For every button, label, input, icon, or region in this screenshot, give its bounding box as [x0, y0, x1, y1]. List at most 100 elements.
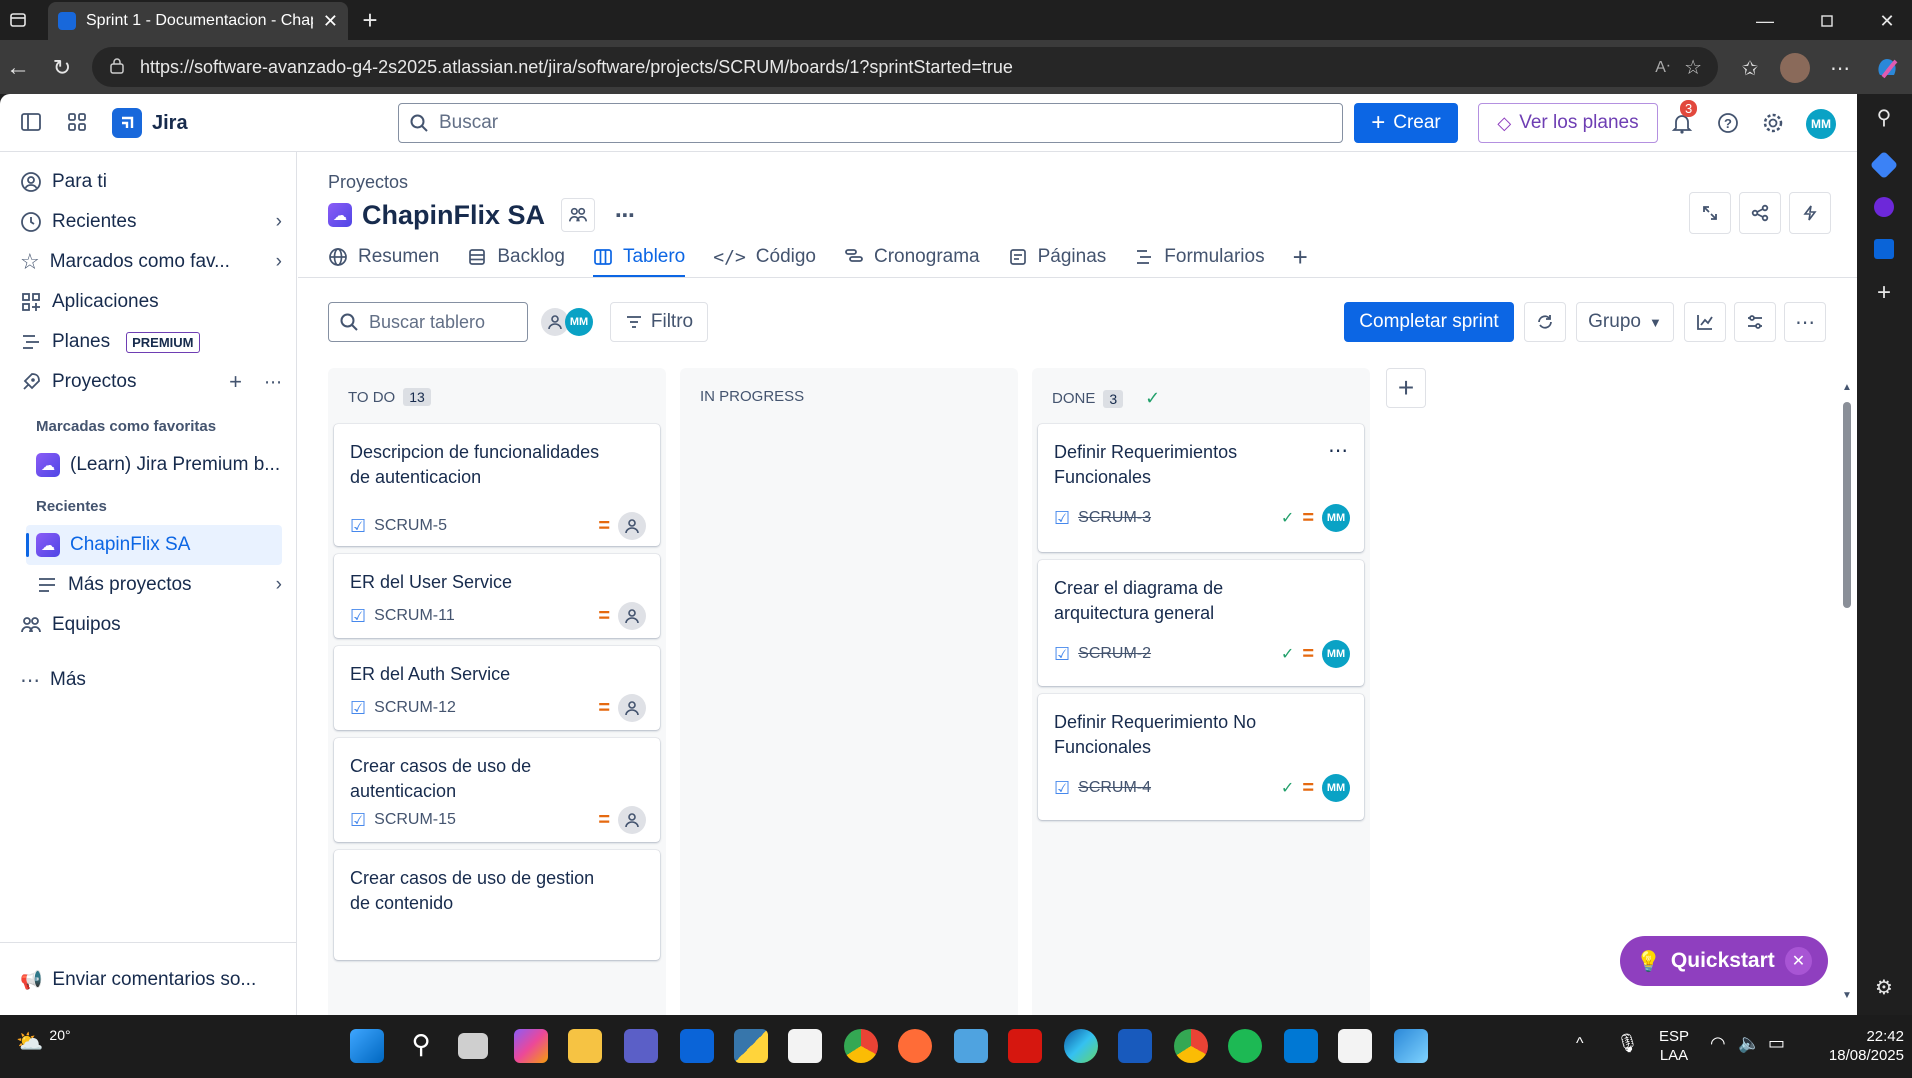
- edge-settings-icon[interactable]: ⚙: [1871, 974, 1897, 1000]
- issue-key[interactable]: SCRUM-12: [374, 699, 590, 717]
- edge-taskbar-icon[interactable]: [1064, 1029, 1098, 1063]
- notepad-icon[interactable]: [954, 1029, 988, 1063]
- clock[interactable]: 22:42 18/08/2025: [1804, 1027, 1904, 1065]
- group-dropdown[interactable]: Grupo ▼: [1576, 302, 1674, 342]
- edge-copilot-icon[interactable]: [1871, 194, 1897, 220]
- sidebar-item-equipos[interactable]: Equipos: [20, 605, 282, 645]
- input-language[interactable]: ESP LAA: [1656, 1027, 1692, 1065]
- assignee-avatar[interactable]: MM: [1322, 774, 1350, 802]
- scroll-up-icon[interactable]: ▲: [1842, 382, 1852, 393]
- breadcrumb[interactable]: Proyectos: [328, 172, 408, 193]
- issue-card[interactable]: Crear casos de uso de gestion de conteni…: [334, 850, 660, 960]
- unassigned-avatar[interactable]: [618, 512, 646, 540]
- board-scrollbar[interactable]: ▲ ▼: [1842, 382, 1852, 1001]
- postman-icon[interactable]: [898, 1029, 932, 1063]
- tab-paginas[interactable]: Páginas: [1008, 236, 1106, 278]
- issue-card[interactable]: ER del User Service ☑ SCRUM-11 =: [334, 554, 660, 638]
- help-icon[interactable]: ?: [1716, 111, 1740, 135]
- battery-icon[interactable]: ▭: [1768, 1033, 1785, 1054]
- acrobat-icon[interactable]: [1008, 1029, 1042, 1063]
- copilot-icon[interactable]: [1872, 53, 1902, 83]
- issue-key[interactable]: SCRUM-5: [374, 517, 590, 535]
- reload-icon[interactable]: ↻: [48, 54, 76, 82]
- user-avatar[interactable]: MM: [1806, 109, 1836, 139]
- create-button[interactable]: + Crear: [1354, 103, 1458, 143]
- add-tab-icon[interactable]: +: [1293, 236, 1308, 278]
- global-search-input[interactable]: Buscar: [398, 103, 1343, 143]
- tab-cronograma[interactable]: Cronograma: [844, 236, 980, 278]
- task-view-icon[interactable]: [458, 1033, 488, 1059]
- new-tab-icon[interactable]: +: [356, 5, 384, 35]
- close-window-icon[interactable]: ✕: [1874, 8, 1900, 34]
- edge-search-icon[interactable]: ⚲: [1871, 104, 1897, 130]
- sidebar-item-aplicaciones[interactable]: Aplicaciones: [20, 282, 282, 322]
- fullscreen-icon[interactable]: [1689, 192, 1731, 234]
- insights-chart-icon[interactable]: [1684, 302, 1726, 342]
- issue-key[interactable]: SCRUM-4: [1078, 779, 1273, 797]
- chevron-right-icon[interactable]: ›: [276, 574, 282, 596]
- edge-shopping-icon[interactable]: [1869, 150, 1899, 180]
- address-bar[interactable]: https://software-avanzado-g4-2s2025.atla…: [92, 47, 1718, 87]
- sidebar-item-mas[interactable]: ⋯ Más: [20, 660, 282, 700]
- sidebar-item-planes[interactable]: Planes PREMIUM: [20, 322, 282, 362]
- browser-menu-icon[interactable]: ⋯: [1826, 54, 1854, 82]
- back-icon[interactable]: ←: [4, 54, 32, 82]
- word-icon[interactable]: [1118, 1029, 1152, 1063]
- python-icon[interactable]: [734, 1029, 768, 1063]
- close-tab-icon[interactable]: ✕: [323, 11, 338, 32]
- tab-codigo[interactable]: </> Código: [713, 236, 816, 278]
- volume-icon[interactable]: 🔈: [1738, 1033, 1760, 1054]
- issue-key[interactable]: SCRUM-15: [374, 811, 590, 829]
- chrome-icon[interactable]: [844, 1029, 878, 1063]
- microphone-icon[interactable]: 🎙: [1616, 1033, 1639, 1054]
- jira-logo[interactable]: Jira: [112, 108, 188, 138]
- profile-avatar[interactable]: [1780, 53, 1810, 83]
- quickstart-button[interactable]: 💡 Quickstart ✕: [1620, 936, 1828, 986]
- refresh-icon[interactable]: [1524, 302, 1566, 342]
- chevron-right-icon[interactable]: ›: [276, 211, 282, 233]
- teams-taskbar-icon[interactable]: [624, 1029, 658, 1063]
- view-settings-icon[interactable]: [1734, 302, 1776, 342]
- store-icon[interactable]: [788, 1029, 822, 1063]
- unassigned-avatar[interactable]: [618, 602, 646, 630]
- copilot-taskbar-icon[interactable]: [514, 1029, 548, 1063]
- issue-card[interactable]: Descripcion de funcionalidades de autent…: [334, 424, 660, 546]
- add-column-icon[interactable]: +: [1386, 368, 1426, 408]
- send-feedback-button[interactable]: 📢 Enviar comentarios so...: [20, 960, 282, 1000]
- add-project-icon[interactable]: +: [229, 369, 242, 395]
- team-icon-button[interactable]: [561, 198, 596, 232]
- read-aloud-icon[interactable]: Aᐧ: [1655, 57, 1670, 77]
- automation-lightning-icon[interactable]: [1789, 192, 1831, 234]
- maximize-icon[interactable]: [1814, 8, 1840, 34]
- edge-add-icon[interactable]: +: [1871, 279, 1897, 306]
- issue-card[interactable]: ER del Auth Service ☑ SCRUM-12 =: [334, 646, 660, 730]
- outlook-icon[interactable]: [1871, 236, 1897, 262]
- start-icon[interactable]: [350, 1029, 384, 1063]
- wifi-icon[interactable]: ◠: [1710, 1033, 1726, 1054]
- issue-card[interactable]: Definir Requerimientos Funcionales ⋯ ☑ S…: [1038, 424, 1364, 552]
- app-switcher-icon[interactable]: [66, 111, 88, 133]
- share-icon[interactable]: [1739, 192, 1781, 234]
- sidebar-item-proyectos[interactable]: Proyectos + ⋯: [20, 362, 282, 402]
- outlook-taskbar-icon[interactable]: [680, 1029, 714, 1063]
- file-explorer-icon[interactable]: [568, 1029, 602, 1063]
- issue-card[interactable]: Definir Requerimiento No Funcionales ☑ S…: [1038, 694, 1364, 820]
- projects-more-icon[interactable]: ⋯: [264, 372, 282, 393]
- weather-widget[interactable]: ⛅ 20°: [16, 1027, 71, 1055]
- project-more-icon[interactable]: ⋯: [615, 203, 635, 228]
- browser-tab-active[interactable]: Sprint 1 - Documentacion - ChapinFlix SA…: [48, 2, 348, 40]
- minimize-icon[interactable]: —: [1752, 8, 1778, 34]
- favorites-icon[interactable]: ✩: [1736, 54, 1764, 82]
- favorite-star-icon[interactable]: ☆: [1684, 55, 1702, 80]
- settings-gear-icon[interactable]: [1761, 111, 1785, 135]
- close-icon[interactable]: ✕: [1784, 947, 1812, 975]
- drawio-icon[interactable]: [1338, 1029, 1372, 1063]
- chevron-right-icon[interactable]: ›: [276, 251, 282, 273]
- issue-key[interactable]: SCRUM-2: [1078, 645, 1273, 663]
- sidebar-recent-project[interactable]: ☁ ChapinFlix SA: [26, 525, 282, 565]
- collapse-sidebar-icon[interactable]: [20, 111, 42, 133]
- site-info-icon[interactable]: [108, 58, 126, 76]
- scroll-down-icon[interactable]: ▼: [1842, 990, 1852, 1001]
- tab-tablero[interactable]: Tablero: [592, 236, 686, 278]
- chrome-profile-icon[interactable]: [1174, 1029, 1208, 1063]
